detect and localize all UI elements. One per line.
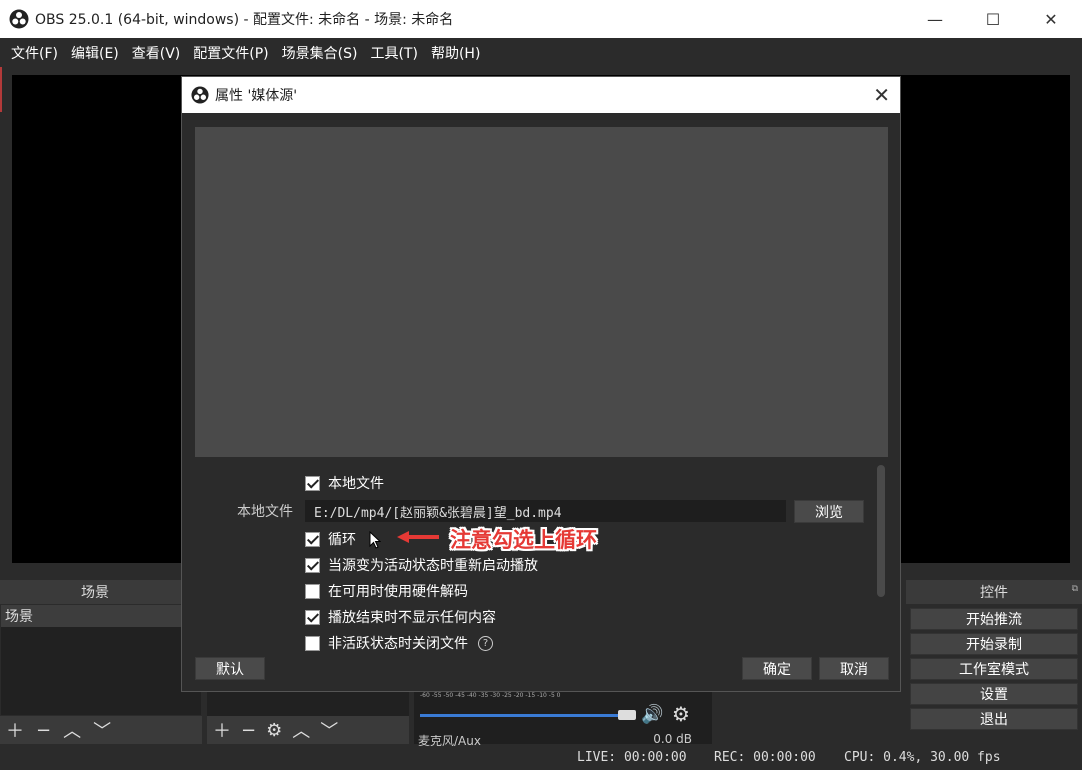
settings-button[interactable]: 设置 <box>910 683 1078 705</box>
file-path-input[interactable]: E:/DL/mp4/[赵丽颖&张碧晨]望_bd.mp4 <box>305 500 786 522</box>
live-timer: LIVE: 00:00:00 <box>577 750 687 765</box>
dialog-close-icon[interactable]: ✕ <box>873 83 890 107</box>
menu-scene-collection[interactable]: 场景集合(S) <box>277 43 363 63</box>
source-settings-gear-icon[interactable]: ⚙ <box>266 720 282 741</box>
move-scene-up-button[interactable]: ︿ <box>63 717 81 743</box>
mouse-cursor-icon <box>369 531 381 549</box>
obs-logo-icon <box>9 9 29 29</box>
menu-tools[interactable]: 工具(T) <box>365 43 422 63</box>
loop-checkbox[interactable]: 循环 <box>305 529 356 549</box>
checkbox-box[interactable] <box>305 557 320 573</box>
gear-icon[interactable]: ⚙ <box>672 702 690 726</box>
start-recording-button[interactable]: 开始录制 <box>910 633 1078 655</box>
minimize-icon: — <box>927 9 943 29</box>
dialog-title: 属性 '媒体源' <box>215 88 298 104</box>
controls-dock-title: 控件 <box>980 585 1008 601</box>
controls-dock-header: 控件 ⧉ <box>906 580 1082 604</box>
menu-profile[interactable]: 配置文件(P) <box>188 43 273 63</box>
scenes-dock-title: 场景 <box>81 585 109 601</box>
scene-list-item[interactable]: 场景 <box>1 605 201 627</box>
mixer-ticks: -60 -55 -50 -45 -40 -35 -30 -25 -20 -15 … <box>420 692 561 699</box>
close-icon: ✕ <box>1044 9 1058 29</box>
audio-mixer: -60 -55 -50 -45 -40 -35 -30 -25 -20 -15 … <box>414 688 712 748</box>
help-icon[interactable]: ? <box>478 635 493 651</box>
start-streaming-button[interactable]: 开始推流 <box>910 608 1078 630</box>
cpu-usage: CPU: 0.4%, 30.00 fps <box>844 750 1001 765</box>
speaker-icon[interactable]: 🔊 <box>641 704 663 725</box>
local-file-checkbox-label: 本地文件 <box>328 476 384 492</box>
volume-slider-handle[interactable] <box>618 710 636 720</box>
hide-on-end-checkbox-label: 播放结束时不显示任何内容 <box>328 610 496 626</box>
menu-help[interactable]: 帮助(H) <box>426 43 485 63</box>
close-button[interactable]: ✕ <box>1022 0 1080 38</box>
remove-scene-button[interactable]: − <box>36 720 51 741</box>
ok-button[interactable]: 确定 <box>742 657 812 680</box>
menu-file[interactable]: 文件(F) <box>6 43 63 63</box>
source-toolbar: ＋ − ⚙ ︿ ﹀ <box>207 716 409 744</box>
loop-checkbox-label: 循环 <box>328 532 356 548</box>
exit-button[interactable]: 退出 <box>910 708 1078 730</box>
minimize-button[interactable]: — <box>906 0 964 38</box>
mixer-db-value: 0.0 dB <box>653 732 692 746</box>
default-button[interactable]: 默认 <box>195 657 265 680</box>
add-scene-button[interactable]: ＋ <box>6 717 24 743</box>
checkbox-box[interactable] <box>305 635 320 651</box>
local-file-checkbox[interactable]: 本地文件 <box>305 473 384 493</box>
move-source-up-button[interactable]: ︿ <box>292 717 310 743</box>
restart-checkbox-label: 当源变为活动状态时重新启动播放 <box>328 558 538 574</box>
remove-source-button[interactable]: − <box>241 720 256 741</box>
hw-decode-checkbox-label: 在可用时使用硬件解码 <box>328 584 468 600</box>
scenes-list[interactable]: 场景 <box>1 605 201 715</box>
checkbox-box[interactable] <box>305 609 320 625</box>
sources-list[interactable] <box>207 690 409 716</box>
dialog-scrollbar[interactable] <box>877 465 885 597</box>
red-arrow-icon <box>397 531 439 543</box>
accent-line <box>0 67 2 112</box>
studio-mode-button[interactable]: 工作室模式 <box>910 658 1078 680</box>
close-when-inactive-checkbox[interactable]: 非活跃状态时关闭文件 ? <box>305 633 493 653</box>
browse-button[interactable]: 浏览 <box>794 500 864 523</box>
menu-view[interactable]: 查看(V) <box>127 43 186 63</box>
hw-decode-checkbox[interactable]: 在可用时使用硬件解码 <box>305 581 468 601</box>
scenes-dock-header: 场景 <box>0 580 190 604</box>
restart-on-activate-checkbox[interactable]: 当源变为活动状态时重新启动播放 <box>305 555 538 575</box>
volume-slider-track[interactable] <box>420 714 634 717</box>
local-file-label: 本地文件 <box>237 504 293 520</box>
maximize-button[interactable]: ☐ <box>964 0 1022 38</box>
annotation-text: 注意勾选上循环 <box>450 528 597 552</box>
dock-float-icon[interactable]: ⧉ <box>1072 584 1078 594</box>
status-bar: LIVE: 00:00:00 REC: 00:00:00 CPU: 0.4%, … <box>0 746 1082 770</box>
scene-toolbar: ＋ − ︿ ﹀ <box>0 716 202 744</box>
close-inactive-checkbox-label: 非活跃状态时关闭文件 <box>328 636 468 652</box>
move-source-down-button[interactable]: ﹀ <box>320 717 338 743</box>
dialog-titlebar: 属性 '媒体源' ✕ <box>182 77 900 113</box>
checkbox-box[interactable] <box>305 531 320 547</box>
obs-logo-icon <box>191 86 209 104</box>
checkbox-box[interactable] <box>305 583 320 599</box>
menu-bar: 文件(F) 编辑(E) 查看(V) 配置文件(P) 场景集合(S) 工具(T) … <box>0 38 1082 67</box>
move-scene-down-button[interactable]: ﹀ <box>93 717 111 743</box>
hide-on-end-checkbox[interactable]: 播放结束时不显示任何内容 <box>305 607 496 627</box>
properties-dialog: 属性 '媒体源' ✕ 本地文件 本地文件 E:/DL/mp4/[赵丽颖&张碧晨]… <box>181 76 901 692</box>
add-source-button[interactable]: ＋ <box>213 717 231 743</box>
window-title: OBS 25.0.1 (64-bit, windows) - 配置文件: 未命名… <box>35 12 454 28</box>
menu-edit[interactable]: 编辑(E) <box>66 43 124 63</box>
maximize-icon: ☐ <box>985 9 1001 29</box>
rec-timer: REC: 00:00:00 <box>714 750 816 765</box>
source-preview <box>195 127 888 457</box>
checkbox-box[interactable] <box>305 475 320 491</box>
cancel-button[interactable]: 取消 <box>819 657 889 680</box>
